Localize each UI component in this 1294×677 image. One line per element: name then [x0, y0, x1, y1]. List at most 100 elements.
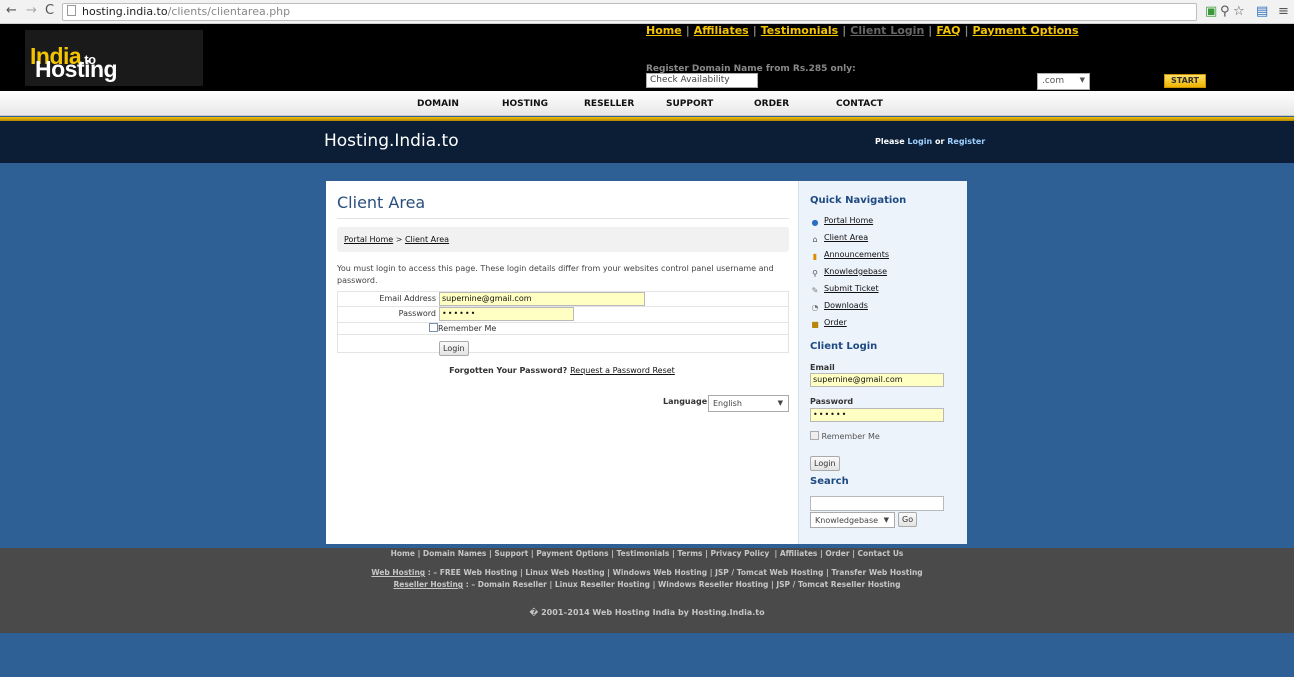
sidebar-remember-checkbox[interactable] — [810, 431, 819, 440]
quicknav-order[interactable]: ■ Order — [810, 318, 847, 330]
forgot-password: Forgotten Your Password? Request a Passw… — [326, 366, 798, 375]
language-value: English — [713, 399, 742, 408]
nav-contact[interactable]: CONTACT — [836, 99, 883, 109]
remember-me-label: Remember Me — [438, 324, 497, 333]
password-reset-link[interactable]: Request a Password Reset — [570, 366, 675, 375]
page-title: Client Area — [337, 193, 426, 212]
sidebar-password-label: Password — [810, 397, 854, 406]
banner-login-link[interactable]: Login — [907, 137, 932, 146]
chevron-down-icon: ▼ — [777, 399, 783, 407]
topnav-testimonials[interactable]: Testimonials — [761, 24, 838, 37]
sidebar-search-input[interactable] — [810, 496, 944, 511]
main-column: Client Area Portal Home > Client Area Yo… — [326, 181, 798, 544]
address-bar[interactable]: hosting.india.to/clients/clientarea.php — [62, 3, 1197, 21]
email-field[interactable]: supernine@gmail.com — [439, 292, 645, 306]
sidebar-login-button[interactable]: Login — [810, 456, 840, 471]
banner-register-link[interactable]: Register — [947, 137, 985, 146]
search-scope-value: Knowledgebase — [815, 516, 879, 525]
topnav-home[interactable]: Home — [646, 24, 682, 37]
extension-icon[interactable]: ▣ — [1205, 4, 1217, 19]
sidebar-password-field[interactable]: •••••• — [810, 408, 944, 422]
quicknav-order-label[interactable]: Order — [824, 318, 847, 327]
footer-payment-options[interactable]: Payment Options — [536, 549, 608, 558]
logo-main-text: Hosting — [35, 56, 118, 82]
topnav-payment-options[interactable]: Payment Options — [972, 24, 1078, 37]
breadcrumb-separator: > — [395, 235, 403, 244]
portal-banner: Hosting.India.to Please Login or Registe… — [0, 121, 1294, 163]
footer-web-hosting-link[interactable]: Web Hosting — [371, 568, 425, 577]
footer-reseller-list[interactable]: : – Domain Reseller | Linux Reseller Hos… — [466, 580, 901, 589]
footer-privacy-policy[interactable]: Privacy Policy — [710, 549, 769, 558]
footer-reseller-hosting-link[interactable]: Reseller Hosting — [393, 580, 463, 589]
quicknav-portal-home-label[interactable]: Portal Home — [824, 216, 873, 225]
quicknav-client-area-label[interactable]: Client Area — [824, 233, 868, 242]
content-panel: Client Area Portal Home > Client Area Yo… — [326, 181, 967, 544]
footer-web-hosting-row: Web Hosting : – FREE Web Hosting | Linux… — [0, 568, 1294, 577]
language-select[interactable]: English ▼ — [708, 395, 789, 412]
url-host: hosting.india.to — [82, 5, 168, 18]
sidebar-remember-me: Remember Me — [810, 431, 880, 441]
nav-order[interactable]: ORDER — [754, 99, 789, 109]
menu-icon[interactable]: ≡ — [1278, 4, 1289, 19]
client-login-title: Client Login — [810, 341, 878, 352]
quicknav-knowledgebase[interactable]: ⚲ Knowledgebase — [810, 267, 887, 279]
footer-domain-names[interactable]: Domain Names — [423, 549, 486, 558]
portal-title: Hosting.India.to — [324, 131, 459, 151]
login-button[interactable]: Login — [439, 341, 469, 356]
footer-order[interactable]: Order — [825, 549, 849, 558]
footer-affiliates[interactable]: Affiliates — [780, 549, 818, 558]
breadcrumb-portal-home[interactable]: Portal Home — [344, 235, 393, 244]
tld-select[interactable]: .com ▼ — [1037, 73, 1090, 90]
footer-testimonials[interactable]: Testimonials — [617, 549, 670, 558]
lock-extension-icon[interactable]: ▤ — [1256, 4, 1268, 19]
quicknav-downloads[interactable]: ◔ Downloads — [810, 301, 868, 313]
footer-terms[interactable]: Terms — [677, 549, 702, 558]
nav-reseller[interactable]: RESELLER — [584, 99, 634, 109]
topnav-client-login[interactable]: Client Login — [850, 24, 924, 37]
footer-web-hosting-list[interactable]: : – FREE Web Hosting | Linux Web Hosting… — [428, 568, 923, 577]
search-scope-select[interactable]: Knowledgebase ▼ — [810, 512, 895, 528]
quicknav-announcements-label[interactable]: Announcements — [824, 250, 889, 259]
welcome-prefix: Please — [875, 137, 905, 146]
quicknav-portal-home[interactable]: ● Portal Home — [810, 216, 874, 228]
site-header: Hosting India.to Home | Affiliates | Testimon… — [0, 24, 1294, 91]
quicknav-submit-ticket[interactable]: ✎ Submit Ticket — [810, 284, 879, 296]
quicknav-client-area[interactable]: ⌂ Client Area — [810, 233, 868, 245]
reload-icon[interactable]: C — [45, 3, 54, 18]
footer-contact-us[interactable]: Contact Us — [858, 549, 904, 558]
download-icon: ◔ — [811, 303, 819, 312]
forward-arrow-icon[interactable]: → — [26, 3, 37, 18]
chevron-down-icon: ▼ — [883, 516, 889, 524]
email-row: Email Address supernine@gmail.com — [337, 291, 789, 307]
back-arrow-icon[interactable]: ← — [6, 3, 17, 18]
start-button[interactable]: START — [1164, 74, 1206, 88]
quicknav-knowledgebase-label[interactable]: Knowledgebase — [824, 267, 887, 276]
topnav-affiliates[interactable]: Affiliates — [694, 24, 749, 37]
chevron-down-icon: ▼ — [1079, 76, 1085, 84]
footer-home[interactable]: Home — [391, 549, 415, 558]
sidebar-email-field[interactable]: supernine@gmail.com — [810, 373, 944, 387]
domain-search-input[interactable]: Check Availability — [646, 73, 758, 88]
ticket-icon: ✎ — [811, 286, 819, 295]
quicknav-downloads-label[interactable]: Downloads — [824, 301, 868, 310]
nav-hosting[interactable]: HOSTING — [502, 99, 548, 109]
tld-value: .com — [1042, 76, 1065, 86]
password-field[interactable]: •••••• — [439, 307, 574, 321]
site-logo[interactable]: Hosting India.to — [25, 30, 203, 86]
welcome-text: Please Login or Register — [875, 137, 985, 146]
quicknav-announcements[interactable]: ▮ Announcements — [810, 250, 889, 262]
topnav-faq[interactable]: FAQ — [936, 24, 960, 37]
star-icon[interactable]: ☆ — [1233, 4, 1245, 19]
breadcrumb-client-area[interactable]: Client Area — [405, 235, 449, 244]
quicknav-submit-ticket-label[interactable]: Submit Ticket — [824, 284, 879, 293]
globe-icon: ● — [811, 218, 819, 227]
footer-support[interactable]: Support — [494, 549, 528, 558]
browser-toolbar: ← → C hosting.india.to/clients/clientare… — [0, 0, 1294, 24]
url-path: /clients/clientarea.php — [167, 5, 291, 18]
nav-support[interactable]: SUPPORT — [666, 99, 713, 109]
nav-domain[interactable]: DOMAIN — [417, 99, 459, 109]
password-label: Password — [398, 309, 436, 318]
search-go-button[interactable]: Go — [898, 512, 918, 527]
remember-me-checkbox[interactable] — [429, 323, 438, 332]
pin-icon[interactable]: ⚲ — [1220, 4, 1230, 19]
